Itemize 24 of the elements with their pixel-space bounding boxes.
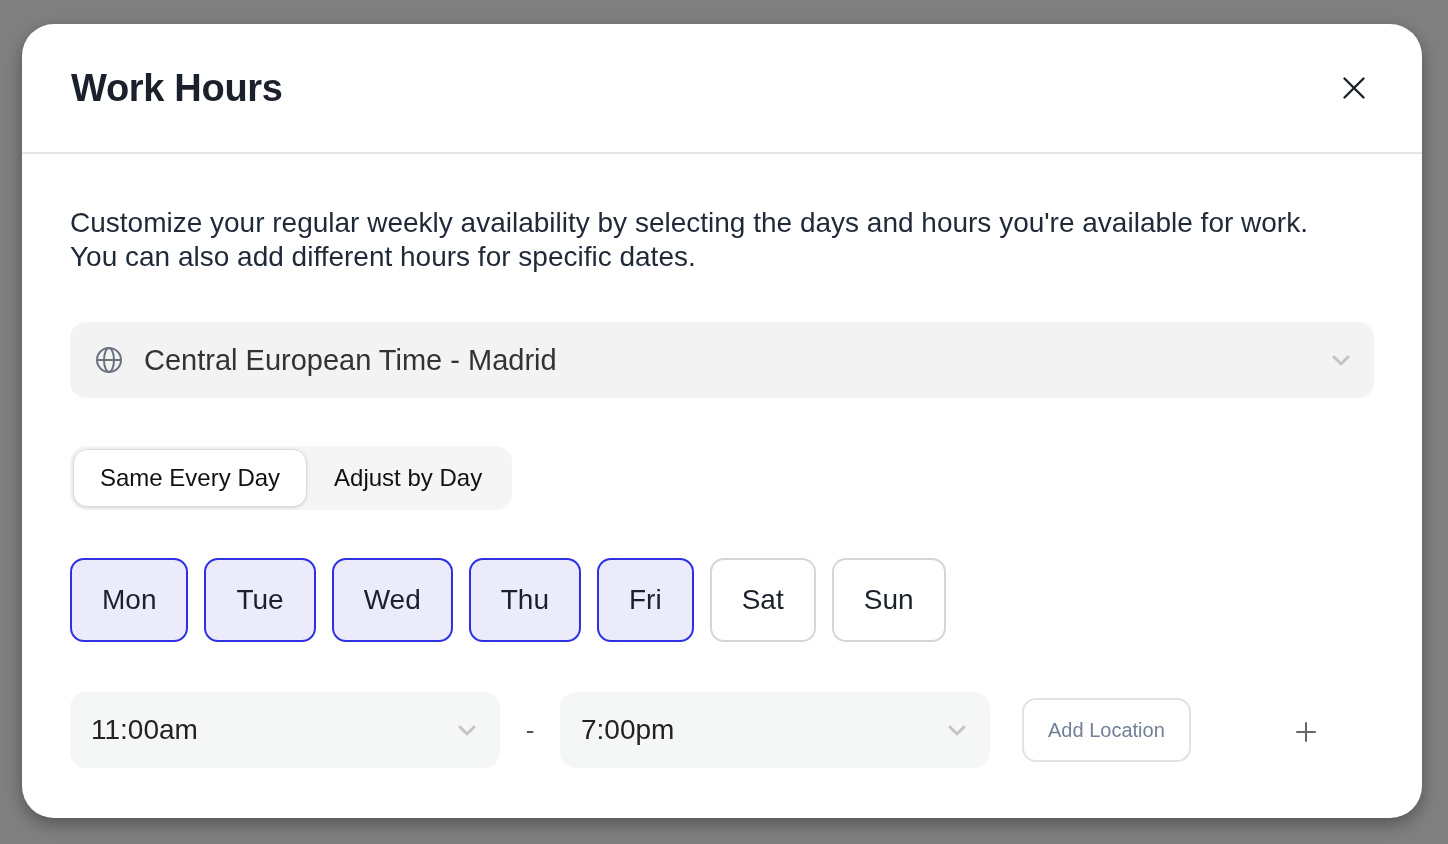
start-time-select[interactable]: 11:00am: [70, 692, 500, 768]
day-toggle[interactable]: Sun: [831, 558, 946, 642]
globe-icon: [95, 346, 123, 374]
day-toggle[interactable]: Thu: [468, 558, 581, 642]
timezone-select[interactable]: Central European Time - Madrid: [70, 322, 1374, 398]
add-location-button[interactable]: Add Location: [1022, 698, 1191, 762]
chevron-down-icon: [458, 724, 476, 736]
schedule-mode-tab[interactable]: Adjust by Day: [307, 449, 510, 507]
chevron-down-icon: [948, 724, 966, 736]
dialog-title: Work Hours: [71, 66, 283, 110]
day-toggle[interactable]: Mon: [70, 558, 189, 642]
close-button[interactable]: [1343, 77, 1365, 99]
day-toggle[interactable]: Wed: [331, 558, 453, 642]
chevron-down-icon: [1332, 354, 1350, 366]
schedule-mode-tab[interactable]: Same Every Day: [73, 449, 308, 507]
range-separator: -: [524, 714, 536, 746]
day-toggle[interactable]: Sat: [709, 558, 816, 642]
add-button[interactable]: [1295, 722, 1316, 742]
day-toggle[interactable]: Fri: [597, 558, 694, 642]
description-text: Customize your regular weekly availability by selecting the days and hours you're available for work. You can also add different hours for specific dates.: [70, 206, 1309, 274]
end-time-select[interactable]: 7:00pm: [560, 692, 990, 768]
day-toggle[interactable]: Tue: [204, 558, 316, 642]
close-icon: [1343, 77, 1365, 99]
plus-icon: [1295, 722, 1316, 742]
